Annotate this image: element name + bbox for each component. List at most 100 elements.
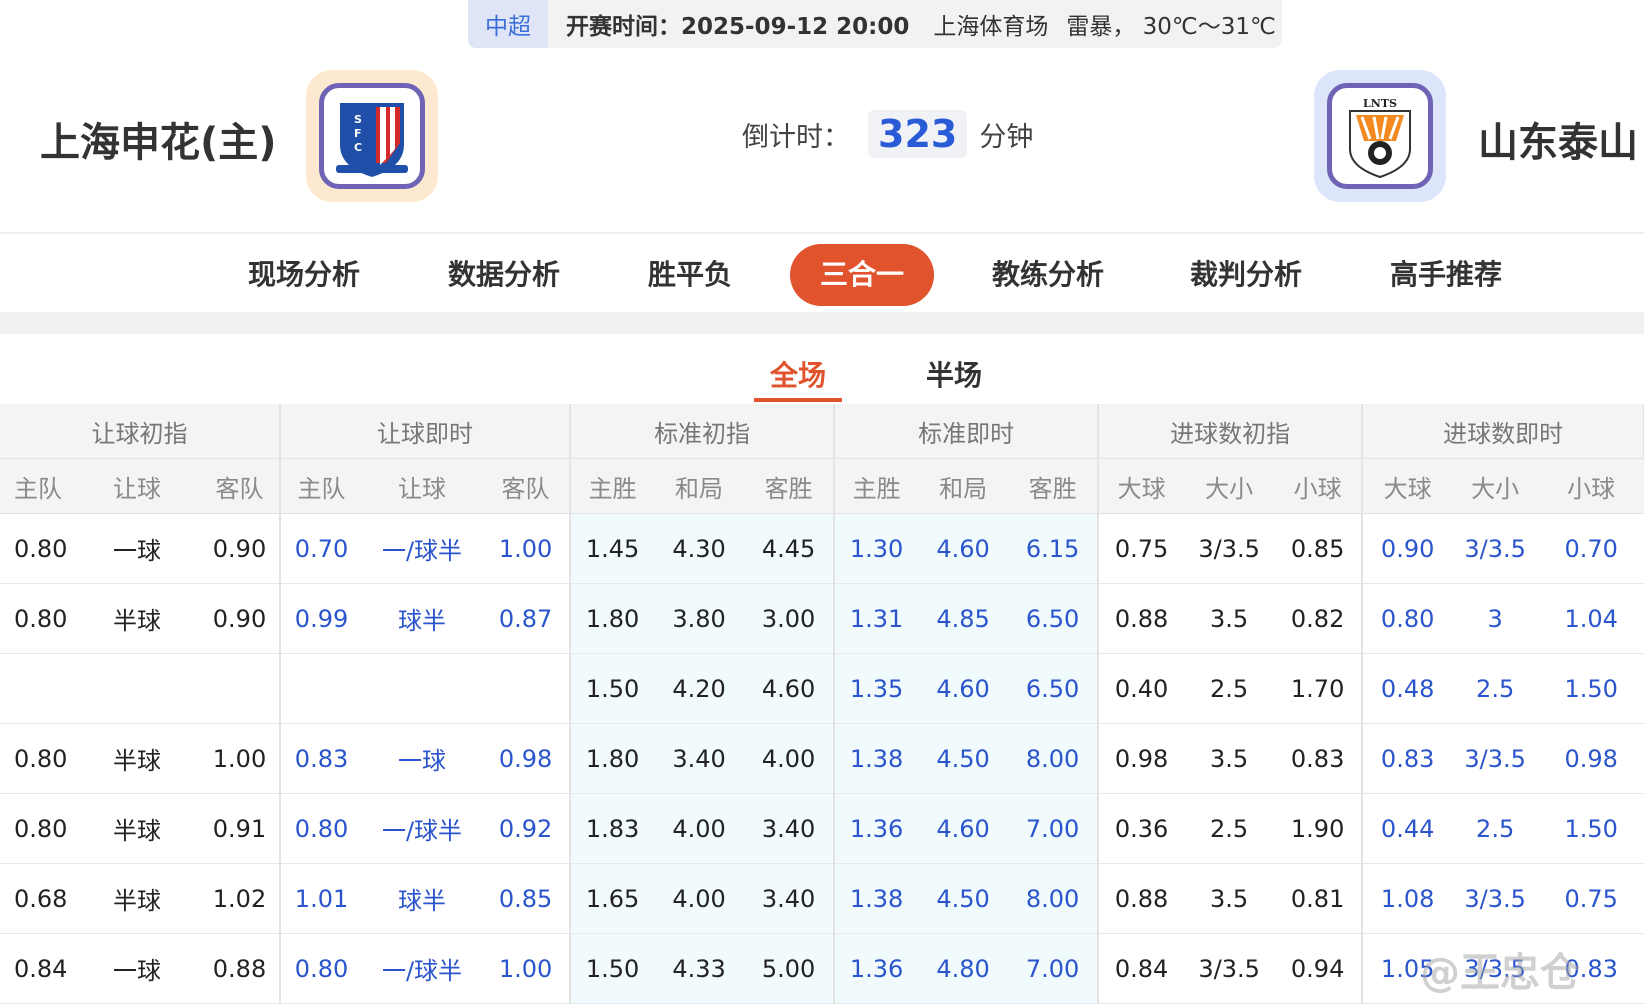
odds-cell: 1.50 [570,653,655,724]
odds-cell: 0.80 [0,583,74,654]
odds-cell: 1.00 [482,933,572,1004]
odds-cell: 0.84 [0,933,74,1004]
weather: 雷暴， 30℃～31℃ [1066,14,1276,40]
league-badge[interactable]: 中超 [468,0,548,48]
column-header: 主胜 [570,458,655,514]
odds-cell: 1.00 [200,723,282,794]
home-team-name[interactable]: 上海申花(主) [40,110,277,168]
odds-cell: 4.60 [744,653,836,724]
column-header: 客队 [482,458,572,514]
odds-cell: 1.70 [1274,653,1364,724]
odds-cell: 球半 [362,863,483,934]
odds-cell: 0.75 [1538,863,1644,934]
odds-cell [362,653,483,724]
group-header-goals-initial: 进球数初指 [1098,404,1364,459]
odds-cell: 1.31 [834,583,919,654]
odds-cell: 1.30 [834,513,919,584]
column-header: 让球 [74,458,200,514]
odds-cell: 4.60 [918,513,1009,584]
table-column-header: 主队 让球 客队 主队 让球 客队 主胜 和局 客胜 主胜 和局 客胜 大球 大… [0,458,1644,514]
odds-cell: 0.90 [200,583,282,654]
column-header: 大球 [1098,458,1185,514]
odds-cell: 半球 [74,723,200,794]
odds-cell: 0.75 [1098,513,1185,584]
odds-cell: 3/3.5 [1452,933,1539,1004]
odds-cell: 7.00 [1008,933,1100,1004]
countdown-label: 倒计时： [742,121,850,153]
odds-cell: 4.45 [744,513,836,584]
table-row[interactable]: 0.68 半球 1.02 1.01 球半 0.85 1.65 4.00 3.40 1.38 4.50… [0,863,1644,934]
odds-cell: 0.94 [1274,933,1364,1004]
countdown-value: 323 [868,110,968,158]
odds-cell: 0.80 [0,793,74,864]
odds-cell: 1.38 [834,863,919,934]
away-team-name[interactable]: 山东泰山 [1478,110,1638,168]
odds-cell [200,653,282,724]
odds-cell: 0.91 [200,793,282,864]
odds-cell: 3/3.5 [1184,933,1275,1004]
odds-cell: 4.50 [918,863,1009,934]
odds-cell: 4.20 [654,653,745,724]
odds-cell: 4.30 [654,513,745,584]
column-header: 大小 [1452,458,1539,514]
odds-cell [74,653,200,724]
tab-expert-picks[interactable]: 高手推荐 [1390,244,1502,306]
odds-cell [280,653,363,724]
odds-cell: 0.80 [280,793,363,864]
odds-cell: 1.80 [570,583,655,654]
taishan-crest-icon: LNTS [1349,97,1411,179]
odds-cell: 3.5 [1184,723,1275,794]
group-header-standard-live: 标准即时 [834,404,1100,459]
column-header: 客胜 [744,458,836,514]
column-header: 客胜 [1008,458,1100,514]
odds-cell: 0.84 [1098,933,1185,1004]
table-row[interactable]: 1.50 4.20 4.60 1.35 4.60 6.50 0.40 2.5 1.70 0.48 2… [0,653,1644,724]
odds-cell [482,653,572,724]
odds-cell: 半球 [74,583,200,654]
tab-live-analysis[interactable]: 现场分析 [248,244,360,306]
countdown-unit: 分钟 [979,121,1034,153]
tab-referee-analysis[interactable]: 裁判分析 [1190,244,1302,306]
table-row[interactable]: 0.80 一球 0.90 0.70 一/球半 1.00 1.45 4.30 4.45 1.30 4.… [0,513,1644,584]
odds-cell: 0.92 [482,793,572,864]
table-row[interactable]: 0.80 半球 0.91 0.80 一/球半 0.92 1.83 4.00 3.40 1.36 4.… [0,793,1644,864]
odds-cell: 0.81 [1274,863,1364,934]
column-header: 小球 [1538,458,1644,514]
odds-cell: 0.83 [1538,933,1644,1004]
table-row[interactable]: 0.84 一球 0.88 0.80 一/球半 1.00 1.50 4.33 5.00 1.36 4.… [0,933,1644,1004]
group-header-handicap-initial: 让球初指 [0,404,282,459]
column-header: 大球 [1362,458,1453,514]
odds-cell: 0.44 [1362,793,1453,864]
odds-cell: 3/3.5 [1452,723,1539,794]
odds-cell: 3.40 [744,863,836,934]
odds-cell: 3.00 [744,583,836,654]
tab-win-draw-lose[interactable]: 胜平负 [648,244,732,306]
odds-cell [0,653,74,724]
odds-cell: 4.00 [654,863,745,934]
odds-cell: 4.60 [918,653,1009,724]
away-team-logo[interactable]: LNTS [1314,70,1446,202]
subtab-full-time[interactable]: 全场 [770,354,826,394]
odds-cell: 0.80 [0,723,74,794]
odds-cell: 3.40 [744,793,836,864]
tab-data-analysis[interactable]: 数据分析 [448,244,560,306]
home-team-logo[interactable]: S F C [306,70,438,202]
odds-cell: 0.70 [280,513,363,584]
odds-cell: 1.08 [1362,863,1453,934]
odds-cell: 3.40 [654,723,745,794]
table-row[interactable]: 0.80 半球 1.00 0.83 一球 0.98 1.80 3.40 4.00 1.38 4.50… [0,723,1644,794]
subtab-half-time[interactable]: 半场 [926,354,982,394]
odds-cell: 0.80 [1362,583,1453,654]
table-row[interactable]: 0.80 半球 0.90 0.99 球半 0.87 1.80 3.80 3.00 1.31 4.85… [0,583,1644,654]
column-header: 让球 [362,458,483,514]
tab-three-in-one[interactable]: 三合一 [790,244,934,306]
odds-cell: 6.50 [1008,653,1100,724]
odds-cell: 一/球半 [362,933,483,1004]
odds-cell: 1.50 [1538,793,1644,864]
odds-cell: 0.98 [1098,723,1185,794]
odds-cell: 4.00 [744,723,836,794]
tab-coach-analysis[interactable]: 教练分析 [992,244,1104,306]
odds-cell: 4.80 [918,933,1009,1004]
odds-cell: 3.5 [1184,863,1275,934]
odds-cell: 1.90 [1274,793,1364,864]
